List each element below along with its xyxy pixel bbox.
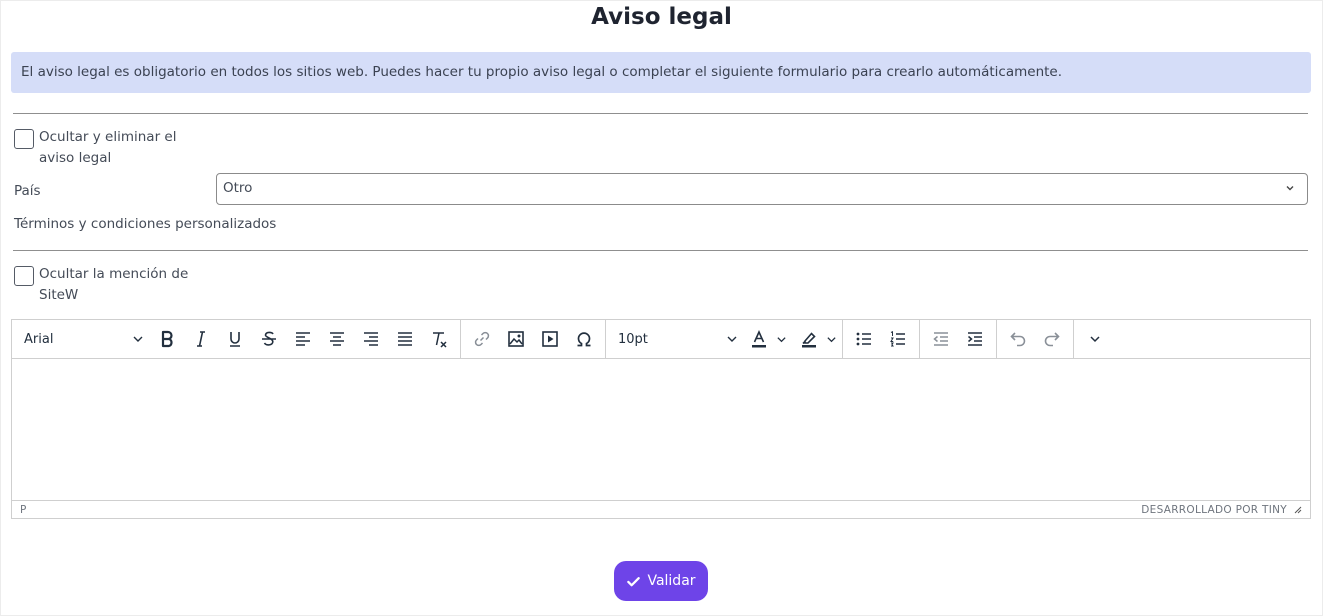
indent-icon [968,332,982,346]
toolbar-group-size-color: 10pt [606,319,843,359]
image-button[interactable] [499,324,533,354]
country-label: País [14,183,41,199]
bold-icon [161,330,173,348]
hide-mention-label: Ocultar la mención de SiteW [39,266,189,303]
bullet-list-icon [856,332,871,346]
country-select[interactable]: Otro [216,173,1308,205]
chevron-down-icon [727,336,737,342]
redo-button[interactable] [1035,324,1069,354]
page-title: Aviso legal [591,4,732,30]
indent-button[interactable] [958,324,992,354]
align-left-button[interactable] [286,324,320,354]
justify-icon [398,332,412,346]
toolbar-group-insert [461,319,606,359]
toolbar-group-more [1074,320,1116,359]
font-size-value: 10pt [618,331,648,347]
align-center-icon [330,332,344,346]
link-button[interactable] [465,324,499,354]
toolbar-group-format: Arial [12,319,461,359]
chevron-down-icon [776,336,786,342]
align-right-button[interactable] [354,324,388,354]
highlight-arrow[interactable] [824,334,838,345]
chevron-down-icon [1286,186,1294,191]
toolbar-group-indent [920,319,997,359]
outdent-button[interactable] [924,324,958,354]
font-size-dropdown[interactable]: 10pt [610,324,744,354]
element-path[interactable]: P [20,504,26,516]
bold-button[interactable] [150,324,184,354]
chevron-down-icon [133,336,143,342]
validate-button[interactable]: Validar [614,561,708,601]
undo-icon [1010,332,1026,347]
highlight-button[interactable] [794,324,824,354]
text-color-button[interactable] [744,324,774,354]
numbered-list-button[interactable] [881,324,915,354]
bullet-list-button[interactable] [847,324,881,354]
chevron-down-icon [1090,336,1100,343]
justify-button[interactable] [388,324,422,354]
checkmark-icon [627,576,641,586]
country-select-value: Otro [223,180,253,196]
editor-statusbar: P DESARROLLADO POR TINY [12,500,1310,518]
italic-button[interactable] [184,324,218,354]
clear-formatting-icon [433,332,447,348]
validate-label: Validar [647,573,696,589]
text-color-icon [752,330,766,348]
editor-toolbar: Arial 10pt [12,319,1310,359]
statusbar-right: DESARROLLADO POR TINY [1141,504,1302,516]
resize-handle-icon[interactable] [1293,505,1302,514]
strikethrough-button[interactable] [252,324,286,354]
redo-icon [1044,332,1060,347]
text-color-arrow[interactable] [774,334,788,345]
hide-mention-checkbox[interactable] [14,266,34,286]
special-character-button[interactable] [567,324,601,354]
rich-text-editor: Arial 10pt P DESARROLLADO POR TINY [11,319,1311,519]
divider [13,113,1308,114]
font-family-dropdown[interactable]: Arial [16,324,150,354]
hide-mention-row: Ocultar la mención de SiteW [14,264,209,306]
underline-icon [230,332,240,347]
custom-terms-label: Términos y condiciones personalizados [14,216,277,232]
chevron-down-icon [826,336,836,342]
tiny-branding-link[interactable]: DESARROLLADO POR TINY [1141,504,1287,516]
align-right-icon [364,332,378,346]
more-button[interactable] [1078,324,1112,354]
media-button[interactable] [533,324,567,354]
font-family-value: Arial [24,331,54,347]
hide-notice-row: Ocultar y eliminar el aviso legal [14,127,209,169]
outdent-icon [933,332,948,346]
underline-button[interactable] [218,324,252,354]
numbered-list-icon [890,331,905,347]
highlighter-icon [802,332,816,348]
strikethrough-icon [262,331,276,346]
align-left-icon [296,332,310,346]
media-icon [542,331,558,347]
omega-icon [577,332,591,347]
link-icon [474,331,490,347]
undo-button[interactable] [1001,324,1035,354]
toolbar-group-history [997,319,1074,359]
italic-icon [197,331,205,347]
hide-notice-checkbox[interactable] [14,129,34,149]
clear-formatting-button[interactable] [422,324,456,354]
toolbar-group-lists [843,319,920,359]
hide-notice-label: Ocultar y eliminar el aviso legal [39,129,177,166]
info-banner: El aviso legal es obligatorio en todos l… [11,52,1311,93]
divider [13,250,1308,251]
align-center-button[interactable] [320,324,354,354]
image-icon [508,331,524,347]
text-color-split-button[interactable] [744,324,788,354]
highlight-split-button[interactable] [794,324,838,354]
editor-content-area[interactable] [12,359,1310,501]
